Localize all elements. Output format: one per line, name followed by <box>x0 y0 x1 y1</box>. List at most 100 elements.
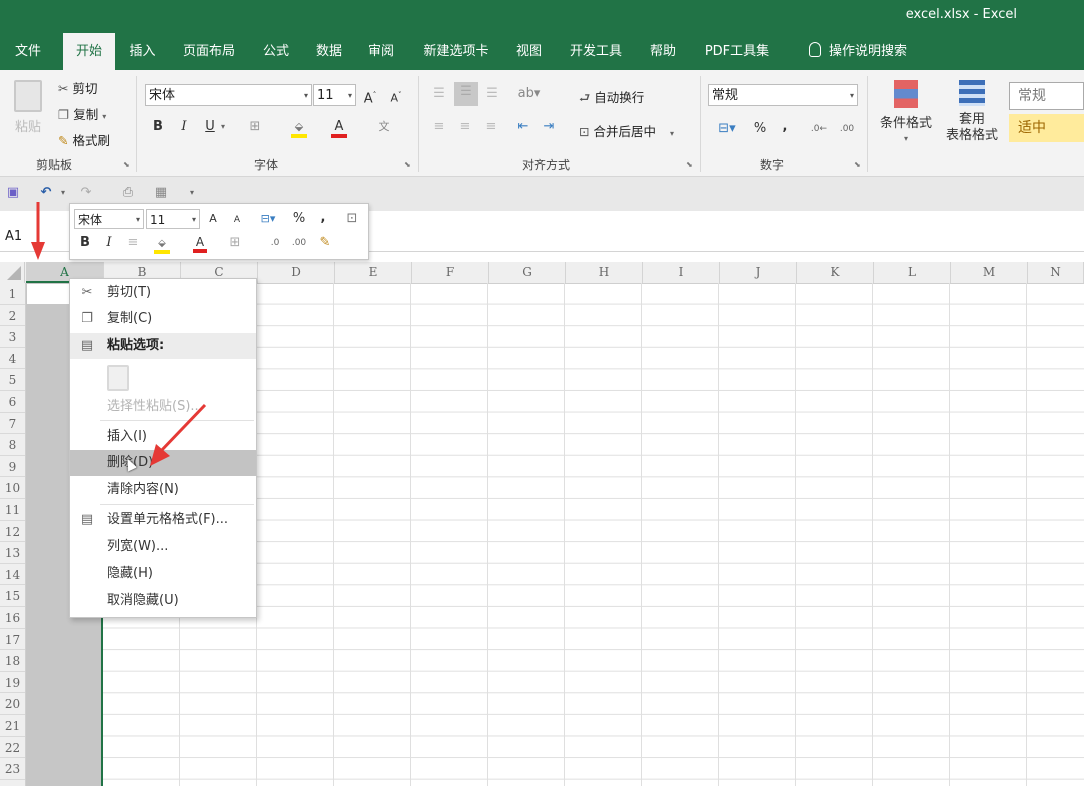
increase-indent-icon[interactable]: ⇥ <box>539 117 559 137</box>
tab-insert[interactable]: 插入 <box>120 33 165 70</box>
tab-pdf-tools[interactable]: PDF工具集 <box>694 33 780 70</box>
row-header[interactable]: 6 <box>0 391 25 413</box>
decrease-decimal-icon[interactable]: .00 <box>836 119 858 139</box>
mini-increase-decimal-icon[interactable]: .0 <box>266 233 284 253</box>
mini-merge-icon[interactable]: ⊡ <box>342 209 362 229</box>
increase-decimal-icon[interactable]: .0← <box>808 119 830 139</box>
mini-border-icon[interactable]: ⊞ <box>226 233 244 253</box>
form-icon[interactable]: ▦ <box>151 183 171 203</box>
align-bottom-icon[interactable]: ☰ <box>483 84 501 104</box>
font-name-combo[interactable]: 宋体 ▾ <box>145 84 312 106</box>
tell-me-search[interactable]: 操作说明搜索 <box>796 33 920 70</box>
row-header[interactable]: 10 <box>0 477 25 499</box>
row-header[interactable]: 16 <box>0 607 25 629</box>
column-header-m[interactable]: M <box>951 262 1028 283</box>
row-header[interactable]: 2 <box>0 305 25 327</box>
paste-button[interactable]: 粘贴 <box>10 80 46 140</box>
mini-font-combo[interactable]: 宋体 ▾ <box>74 209 144 229</box>
mini-fill-color-icon[interactable]: ⬙ <box>150 233 174 254</box>
print-preview-icon[interactable]: ⎙ <box>120 183 136 203</box>
row-header[interactable]: 1 <box>0 283 25 305</box>
row-header[interactable]: 7 <box>0 413 25 435</box>
format-as-table-button[interactable]: 套用 表格格式 <box>938 76 1006 156</box>
row-header[interactable]: 17 <box>0 629 25 651</box>
column-header-j[interactable]: J <box>720 262 797 283</box>
tab-view[interactable]: 视图 <box>506 33 552 70</box>
mini-decrease-decimal-icon[interactable]: .00 <box>290 233 308 253</box>
font-size-combo[interactable]: 11 ▾ <box>313 84 356 106</box>
tab-new-tab[interactable]: 新建选项卡 <box>412 33 500 70</box>
font-color-icon[interactable]: A <box>328 117 350 138</box>
menu-item-format-cells[interactable]: ▤ 设置单元格格式(F)... <box>70 507 256 533</box>
row-header[interactable]: 15 <box>0 585 25 607</box>
decrease-indent-icon[interactable]: ⇤ <box>513 117 533 137</box>
orientation-icon[interactable]: ab▾ <box>514 84 544 104</box>
column-header-i[interactable]: I <box>643 262 720 283</box>
menu-item-column-width[interactable]: 列宽(W)... <box>70 534 256 560</box>
wrap-text-button[interactable]: ⮐ 自动换行 <box>579 87 644 110</box>
redo-icon[interactable]: ↷ <box>78 183 94 203</box>
row-header[interactable]: 12 <box>0 521 25 543</box>
row-header[interactable]: 20 <box>0 693 25 715</box>
align-center-icon[interactable]: ≡ <box>456 117 474 137</box>
paste-option-clipboard-icon[interactable] <box>107 365 129 391</box>
align-top-icon[interactable]: ☰ <box>430 84 448 104</box>
row-header[interactable]: 8 <box>0 434 25 456</box>
percent-button[interactable]: % <box>752 119 768 139</box>
row-header[interactable]: 9 <box>0 456 25 478</box>
row-header[interactable]: 22 <box>0 737 25 759</box>
row-header[interactable]: 3 <box>0 326 25 348</box>
column-header-k[interactable]: K <box>797 262 874 283</box>
conditional-format-button[interactable]: 条件格式 ▾ <box>874 76 938 156</box>
clipboard-launcher-icon[interactable]: ⬊ <box>123 160 130 169</box>
row-header[interactable]: 5 <box>0 369 25 391</box>
column-header-e[interactable]: E <box>335 262 412 283</box>
cell-style-neutral[interactable]: 适中 <box>1009 114 1084 142</box>
mini-grow-font-icon[interactable]: A <box>206 209 220 229</box>
mini-comma-button[interactable]: , <box>318 208 328 228</box>
mini-align-center-icon[interactable]: ≡ <box>126 233 140 253</box>
mini-currency-icon[interactable]: ⊟▾ <box>254 209 282 229</box>
phonetic-icon[interactable]: 文 <box>373 117 395 137</box>
tab-formulas[interactable]: 公式 <box>252 33 300 70</box>
mini-format-painter-icon[interactable]: ✎ <box>316 233 334 253</box>
menu-item-delete[interactable]: 删除(D) <box>70 450 256 476</box>
mini-font-color-icon[interactable]: A <box>188 233 212 253</box>
tab-file[interactable]: 文件 <box>3 33 53 70</box>
row-header[interactable]: 19 <box>0 672 25 694</box>
italic-button[interactable]: I <box>175 117 193 137</box>
column-header-g[interactable]: G <box>489 262 566 283</box>
format-painter-button[interactable]: ✎ 格式刷 <box>58 130 110 149</box>
fill-color-icon[interactable]: ⬙ <box>288 117 310 138</box>
menu-item-paste-special[interactable]: 选择性粘贴(S)... <box>70 394 256 420</box>
undo-dropdown[interactable]: ▾ <box>58 183 68 203</box>
align-middle-icon[interactable]: ☰ <box>454 82 478 106</box>
font-launcher-icon[interactable]: ⬊ <box>404 160 411 169</box>
underline-button[interactable]: U <box>201 117 219 137</box>
column-header-f[interactable]: F <box>412 262 489 283</box>
column-header-d[interactable]: D <box>258 262 335 283</box>
menu-item-hide[interactable]: 隐藏(H) <box>70 561 256 587</box>
menu-item-insert[interactable]: 插入(I) <box>70 424 256 450</box>
border-icon[interactable]: ⊞ <box>244 117 266 137</box>
select-all-corner[interactable] <box>0 262 25 283</box>
undo-icon[interactable]: ↶ <box>38 183 54 203</box>
tab-data[interactable]: 数据 <box>306 33 352 70</box>
comma-button[interactable]: , <box>778 117 792 137</box>
currency-icon[interactable]: ⊟▾ <box>712 119 742 139</box>
grow-font-button[interactable]: A˄ <box>360 85 380 109</box>
row-header[interactable]: 23 <box>0 758 25 780</box>
save-icon[interactable]: ▣ <box>5 183 21 203</box>
row-header[interactable]: 13 <box>0 542 25 564</box>
tab-page-layout[interactable]: 页面布局 <box>172 33 246 70</box>
mini-shrink-font-icon[interactable]: A <box>230 210 244 230</box>
row-header[interactable]: 21 <box>0 715 25 737</box>
underline-dropdown[interactable]: ▾ <box>218 117 228 137</box>
alignment-launcher-icon[interactable]: ⬊ <box>686 160 693 169</box>
row-header[interactable]: 4 <box>0 348 25 370</box>
mini-size-combo[interactable]: 11 ▾ <box>146 209 200 229</box>
tab-help[interactable]: 帮助 <box>640 33 686 70</box>
align-left-icon[interactable]: ≡ <box>430 117 448 137</box>
tab-developer[interactable]: 开发工具 <box>558 33 634 70</box>
bold-button[interactable]: B <box>149 117 167 137</box>
